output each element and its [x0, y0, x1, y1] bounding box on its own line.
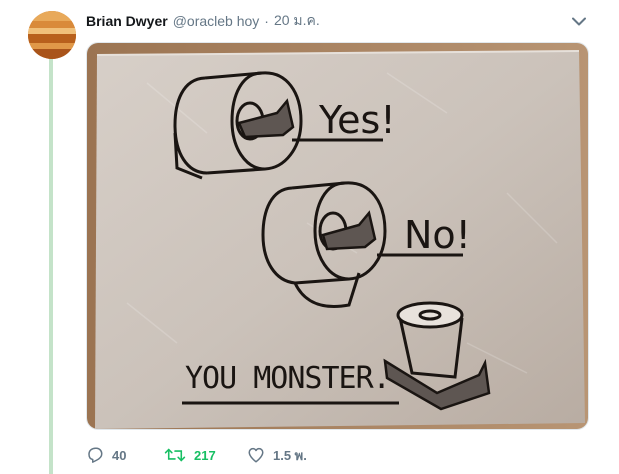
- like-count: 1.5 พ.: [273, 447, 307, 463]
- author-display-name[interactable]: Brian Dwyer: [86, 13, 168, 29]
- tweet-timestamp[interactable]: 20 ม.ค.: [274, 10, 320, 32]
- reply-count: 40: [112, 447, 127, 463]
- caption-yes: Yes!: [318, 98, 396, 142]
- avatar[interactable]: [28, 11, 76, 59]
- author-handle[interactable]: @oracleb hoy: [173, 13, 260, 29]
- retweet-button[interactable]: 217: [164, 446, 247, 464]
- separator-dot: ·: [264, 13, 269, 29]
- reply-icon[interactable]: [86, 446, 104, 464]
- tweet-photo[interactable]: Yes! No! YOU MONSTER.: [86, 42, 589, 430]
- caption-no: No!: [404, 213, 471, 257]
- like-button[interactable]: 1.5 พ.: [247, 445, 337, 466]
- retweet-count: 217: [194, 447, 216, 463]
- tweet-header: Brian Dwyer @oracleb hoy · 20 ม.ค.: [86, 11, 320, 31]
- thread-connector-line: [49, 58, 53, 474]
- chevron-down-icon[interactable]: [569, 12, 589, 30]
- retweet-icon[interactable]: [164, 446, 186, 464]
- heart-icon[interactable]: [247, 446, 265, 464]
- reply-button[interactable]: 40: [86, 446, 164, 464]
- tweet-actions: 40 217 1.5 พ.: [86, 440, 337, 470]
- caption-monster: YOU MONSTER.: [185, 361, 390, 396]
